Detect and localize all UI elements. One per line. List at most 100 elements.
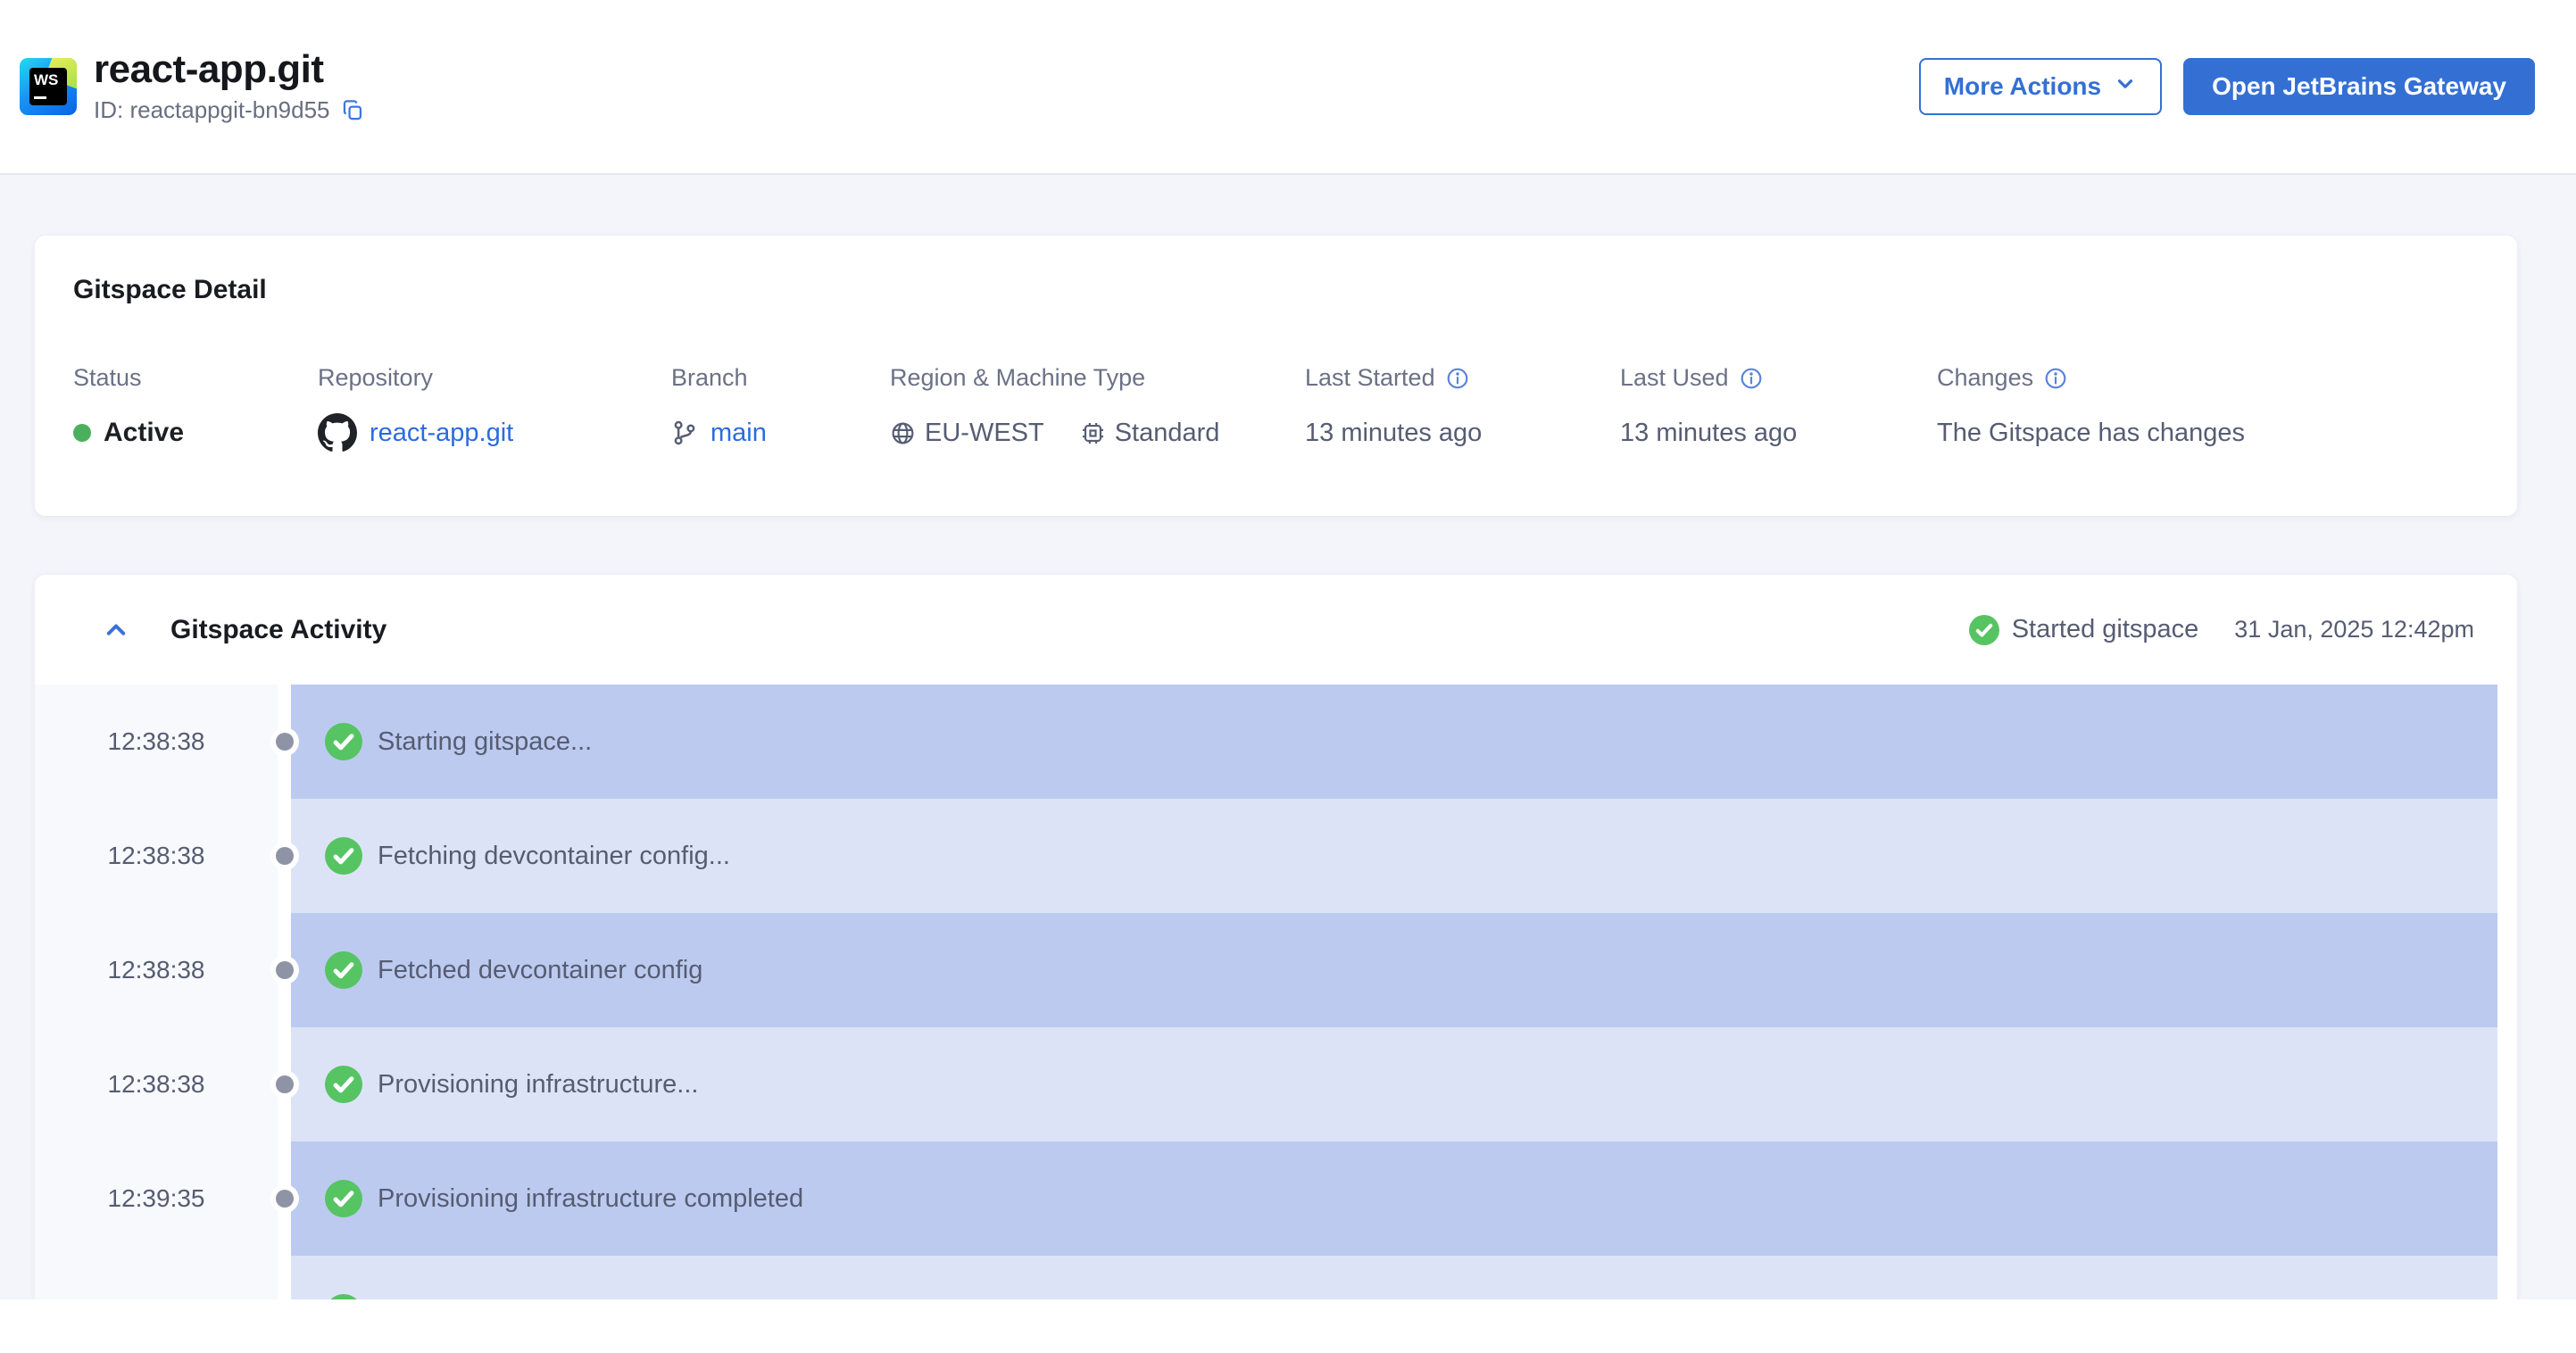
machine-type-value: Standard <box>1114 418 1220 447</box>
log-time: 12:38:38 <box>35 799 278 913</box>
timeline-dot-icon <box>275 1190 294 1208</box>
activity-status-label: Started gitspace <box>2011 615 2199 643</box>
last-used-label: Last Used <box>1620 364 1729 391</box>
log-row: 12:39:36 Connecting to the gitspace agen… <box>35 1256 2517 1299</box>
log-entry: Starting gitspace... <box>291 685 2497 799</box>
last-started-label: Last Started <box>1305 364 1435 391</box>
log-text: Connecting to the gitspace agent <box>378 1299 756 1300</box>
log-row: 12:38:38 Fetching devcontainer config... <box>35 799 2517 913</box>
activity-started-timestamp: 31 Jan, 2025 12:42pm <box>2234 616 2474 643</box>
log-time: 12:39:35 <box>35 1141 278 1256</box>
log-entry: Provisioning infrastructure completed <box>291 1141 2497 1256</box>
last-used-value: 13 minutes ago <box>1620 418 1798 447</box>
log-row: 12:38:38 Fetched devcontainer config <box>35 913 2517 1027</box>
gitspace-id-text: ID: reactappgit-bn9d55 <box>94 96 330 124</box>
info-icon[interactable] <box>2044 367 2067 390</box>
log-time: 12:39:36 <box>35 1256 278 1299</box>
webstorm-logo-icon: WS <box>20 58 77 115</box>
repository-link[interactable]: react-app.git <box>370 419 513 448</box>
last-used-label-row: Last Used <box>1620 364 1937 392</box>
github-icon <box>318 413 357 452</box>
success-check-icon <box>325 1066 362 1103</box>
detail-fields: Status Active Repository react-app.git B… <box>73 364 2481 452</box>
success-check-icon <box>325 1294 362 1299</box>
log-time: 12:38:38 <box>35 913 278 1027</box>
main-content: Gitspace Detail Status Active Repository <box>0 175 2576 1299</box>
field-changes: Changes The Gitspace has changes <box>1937 364 2481 452</box>
region-value: EU-WEST <box>925 418 1044 447</box>
changes-label: Changes <box>1937 364 2034 391</box>
log-time: 12:38:38 <box>35 685 278 799</box>
top-bar: WS react-app.git ID: reactappgit-bn9d55 … <box>0 0 2576 175</box>
gitspace-id-row: ID: reactappgit-bn9d55 <box>94 96 365 124</box>
timeline-dot-icon <box>275 961 294 979</box>
title-block: react-app.git ID: reactappgit-bn9d55 <box>94 46 365 124</box>
log-text: Fetched devcontainer config <box>378 955 703 984</box>
status-value-row: Active <box>73 413 318 452</box>
more-actions-label: More Actions <box>1943 72 2102 100</box>
page-title: react-app.git <box>94 46 324 91</box>
success-check-icon <box>325 723 362 760</box>
log-entry: Fetching devcontainer config... <box>291 799 2497 913</box>
log-entry: Connecting to the gitspace agent <box>291 1256 2497 1299</box>
copy-icon[interactable] <box>341 98 365 122</box>
region-pair: EU-WEST <box>890 419 1044 448</box>
activity-log[interactable]: 12:38:38 Starting gitspace... 12:38:38 F… <box>35 685 2517 1299</box>
cpu-icon <box>1080 420 1106 446</box>
open-jetbrains-gateway-button[interactable]: Open JetBrains Gateway <box>2183 58 2535 115</box>
repository-value-row: react-app.git <box>318 413 671 452</box>
status-label: Status <box>73 364 142 391</box>
repository-label: Repository <box>318 364 434 391</box>
log-time: 12:38:38 <box>35 1027 278 1141</box>
region-machine-value-row: EU-WEST Standard <box>890 413 1305 452</box>
field-last-used: Last Used 13 minutes ago <box>1620 364 1937 452</box>
field-status: Status Active <box>73 364 318 452</box>
activity-status: Started gitspace <box>1968 614 2199 645</box>
log-entry: Fetched devcontainer config <box>291 913 2497 1027</box>
success-check-icon <box>1968 614 1999 645</box>
log-text: Provisioning infrastructure completed <box>378 1183 804 1213</box>
changes-label-row: Changes <box>1937 364 2481 392</box>
branch-label: Branch <box>671 364 748 391</box>
last-started-label-row: Last Started <box>1305 364 1620 392</box>
field-branch: Branch main <box>671 364 890 452</box>
log-row: 12:38:38 Provisioning infrastructure... <box>35 1027 2517 1141</box>
field-last-started: Last Started 13 minutes ago <box>1305 364 1620 452</box>
branch-link[interactable]: main <box>710 419 767 448</box>
info-icon[interactable] <box>1740 367 1763 390</box>
gitspace-activity-card: Gitspace Activity Started gitspace 31 Ja… <box>35 575 2517 1299</box>
detail-card-title: Gitspace Detail <box>73 275 267 304</box>
timeline-gutter <box>275 685 294 799</box>
timeline-gutter <box>275 913 294 1027</box>
webstorm-logo-text: WS <box>29 68 67 105</box>
log-text: Starting gitspace... <box>378 726 593 756</box>
last-started-value: 13 minutes ago <box>1305 418 1483 447</box>
gitspace-detail-card: Gitspace Detail Status Active Repository <box>35 236 2517 516</box>
git-branch-icon <box>671 419 698 446</box>
log-entry: Provisioning infrastructure... <box>291 1027 2497 1141</box>
activity-header: Gitspace Activity Started gitspace 31 Ja… <box>35 575 2517 685</box>
branch-value-row: main <box>671 413 890 452</box>
field-repository: Repository react-app.git <box>318 364 671 452</box>
success-check-icon <box>325 951 362 989</box>
activity-title: Gitspace Activity <box>170 614 387 644</box>
timeline-gutter <box>275 799 294 913</box>
more-actions-button[interactable]: More Actions <box>1918 58 2163 115</box>
info-icon[interactable] <box>1446 367 1469 390</box>
log-text: Fetching devcontainer config... <box>378 841 730 870</box>
log-row: 12:38:38 Starting gitspace... <box>35 685 2517 799</box>
changes-value: The Gitspace has changes <box>1937 418 2245 447</box>
status-active-dot <box>73 424 91 442</box>
success-check-icon <box>325 837 362 875</box>
collapse-chevron-up-icon[interactable] <box>100 614 132 646</box>
globe-icon <box>890 420 916 446</box>
log-text: Provisioning infrastructure... <box>378 1069 699 1099</box>
region-machine-label: Region & Machine Type <box>890 364 1146 391</box>
field-region-machine: Region & Machine Type EU-WEST Standard <box>890 364 1305 452</box>
timeline-dot-icon <box>275 1075 294 1093</box>
timeline-gutter <box>278 1256 291 1299</box>
timeline-gutter <box>275 1141 294 1256</box>
open-gateway-label: Open JetBrains Gateway <box>2212 72 2506 100</box>
timeline-gutter <box>275 1027 294 1141</box>
success-check-icon <box>325 1180 362 1217</box>
